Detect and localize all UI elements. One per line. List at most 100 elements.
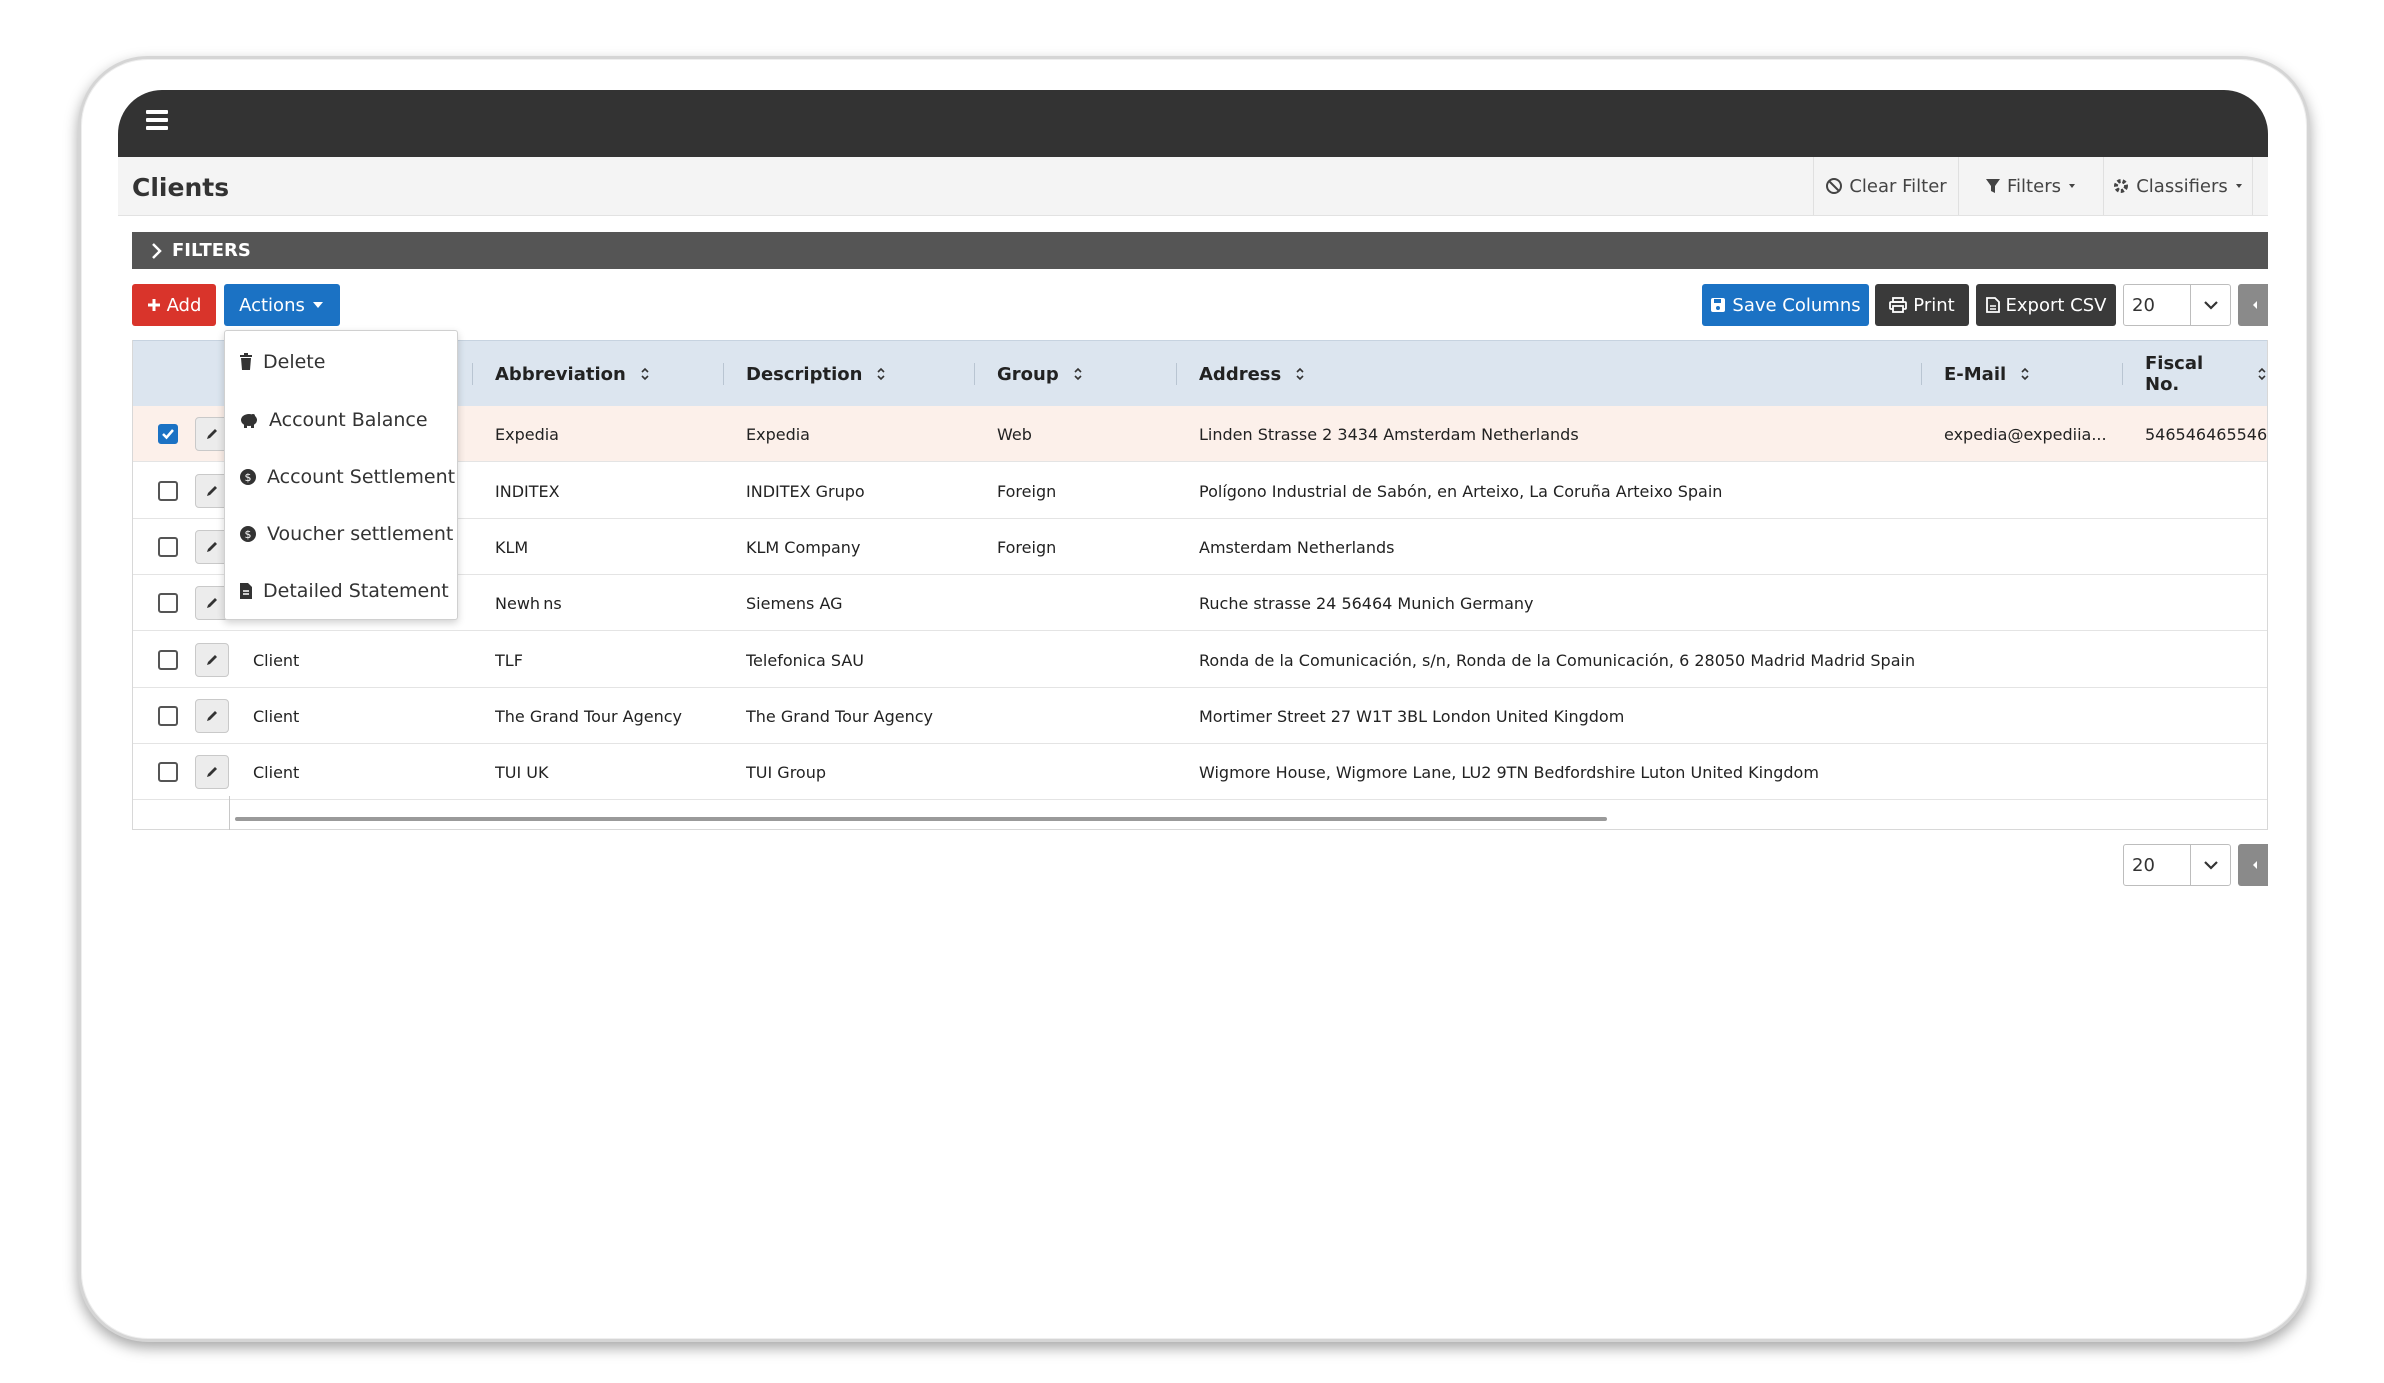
cell-description: Siemens AG [746, 593, 843, 613]
row-checkbox[interactable] [158, 481, 178, 501]
row-checkbox[interactable] [158, 706, 178, 726]
cell-address: Mortimer Street 27 W1T 3BL London United… [1199, 706, 1625, 726]
cell-group: Foreign [997, 481, 1057, 501]
chevron-down-icon [2190, 845, 2230, 885]
trash-icon [240, 353, 252, 370]
cell-address: Linden Strasse 2 3434 Amsterdam Netherla… [1199, 424, 1579, 444]
cell-email [1944, 744, 2114, 800]
cell-address: Wigmore House, Wigmore Lane, LU2 9TN Bed… [1199, 762, 1819, 782]
funnel-icon [1986, 179, 2001, 193]
cell-description: INDITEX Grupo [746, 481, 865, 501]
table-row[interactable]: Client TUI UK TUI Group Wigmore House, Wigm… [133, 744, 2267, 800]
menu-item-delete[interactable]: Delete [239, 342, 325, 382]
piggy-bank-icon [241, 414, 257, 428]
cell-abbreviation: The Grand Tour Agency [495, 706, 683, 726]
cell-fiscal-no [2145, 575, 2268, 631]
cell-email [1944, 575, 2114, 631]
add-label: Add [166, 294, 202, 316]
document-icon [240, 583, 252, 599]
row-checkbox[interactable] [158, 593, 178, 613]
menu-item-voucher-settlement[interactable]: $ Voucher settlement [239, 514, 453, 554]
page-size-select-bottom[interactable]: 20 [2123, 844, 2231, 886]
sort-icon [641, 367, 649, 381]
row-checkbox[interactable] [158, 762, 178, 782]
cell-type: Client [253, 650, 300, 670]
cell-fiscal-no [2145, 744, 2268, 800]
cell-abbreviation: INDITEX [495, 481, 560, 501]
row-checkbox[interactable] [158, 424, 178, 444]
cell-abbreviation: KLM [495, 537, 529, 557]
cell-description: Telefonica SAU [746, 650, 864, 670]
menu-item-detailed-statement[interactable]: Detailed Statement [239, 571, 449, 611]
horizontal-scrollbar[interactable] [235, 817, 1607, 821]
edit-row-button[interactable] [195, 699, 229, 733]
previous-page-button-bottom[interactable] [2238, 844, 2268, 886]
page-header: Clients Clear Filter Filters Classifiers [118, 157, 2268, 216]
pencil-icon [207, 711, 217, 721]
column-header-abbreviation[interactable]: Abbreviation [495, 341, 650, 407]
cell-group: Web [997, 424, 1032, 444]
row-checkbox[interactable] [158, 537, 178, 557]
cell-email [1944, 519, 2114, 575]
previous-page-button[interactable] [2238, 284, 2268, 326]
column-header-email[interactable]: E-Mail [1944, 341, 2030, 407]
sort-icon [1296, 367, 1304, 381]
table-row[interactable]: Client The Grand Tour Agency The Grand Tou… [133, 688, 2267, 744]
pencil-icon [207, 429, 217, 439]
filters-panel-toggle[interactable]: FILTERS [132, 232, 2268, 269]
add-button[interactable]: Add [132, 284, 216, 326]
table-row[interactable]: Client TLF Telefonica SAU Ronda de la Comun… [133, 632, 2267, 688]
pencil-icon [207, 655, 217, 665]
cell-fiscal-no [2145, 463, 2268, 519]
cell-address: Amsterdam Netherlands [1199, 537, 1395, 557]
export-csv-label: Export CSV [2005, 294, 2107, 316]
cell-description: TUI Group [746, 762, 826, 782]
actions-dropdown-button[interactable]: Actions [224, 284, 340, 326]
cell-address: Polígono Industrial de Sabón, en Arteixo… [1199, 481, 1723, 501]
cell-group [997, 688, 1167, 744]
sort-icon [2021, 367, 2029, 381]
clear-filter-button[interactable]: Clear Filter [1813, 157, 1958, 215]
page-size-select-top[interactable]: 20 [2123, 284, 2231, 326]
cell-description: The Grand Tour Agency [746, 706, 934, 726]
column-divider [229, 796, 230, 830]
printer-icon [1889, 297, 1908, 313]
page-title: Clients [132, 173, 230, 202]
cell-description: Expedia [746, 424, 810, 444]
hamburger-menu-icon[interactable] [146, 110, 168, 130]
cell-fiscal-no [2145, 688, 2268, 744]
export-csv-button[interactable]: Export CSV [1976, 284, 2116, 326]
column-header-group[interactable]: Group [997, 341, 1083, 407]
page-size-value: 20 [2132, 294, 2155, 316]
pencil-icon [207, 486, 217, 496]
edit-row-button[interactable] [195, 643, 229, 677]
cell-group [997, 575, 1167, 631]
cell-description: KLM Company [746, 537, 861, 557]
clear-filter-label: Clear Filter [1849, 175, 1947, 197]
filters-label: Filters [2007, 175, 2061, 197]
column-header-address[interactable]: Address [1199, 341, 1305, 407]
svg-text:$: $ [245, 528, 252, 541]
cell-type: Client [253, 762, 300, 782]
caret-left-icon [2253, 861, 2257, 869]
coin-icon: $ [240, 469, 256, 485]
checkmark-icon [162, 429, 174, 440]
print-button[interactable]: Print [1875, 284, 1969, 326]
ban-icon [1826, 178, 1843, 194]
pencil-icon [207, 598, 217, 608]
gear-icon [2114, 179, 2129, 193]
row-checkbox[interactable] [158, 650, 178, 670]
pencil-icon [207, 542, 217, 552]
coin-icon: $ [240, 526, 256, 542]
menu-item-account-balance[interactable]: Account Balance [239, 400, 428, 440]
cell-group [997, 632, 1167, 688]
filters-dropdown-button[interactable]: Filters [1958, 157, 2103, 215]
save-columns-button[interactable]: Save Columns [1702, 284, 1869, 326]
edit-row-button[interactable] [195, 755, 229, 789]
column-header-description[interactable]: Description [746, 341, 886, 407]
caret-down-icon [312, 302, 323, 308]
menu-item-account-settlement[interactable]: $ Account Settlement [239, 457, 455, 497]
classifiers-dropdown-button[interactable]: Classifiers [2103, 157, 2253, 215]
classifiers-label: Classifiers [2136, 175, 2228, 197]
column-header-fiscal-no[interactable]: Fiscal No. [2145, 341, 2267, 407]
